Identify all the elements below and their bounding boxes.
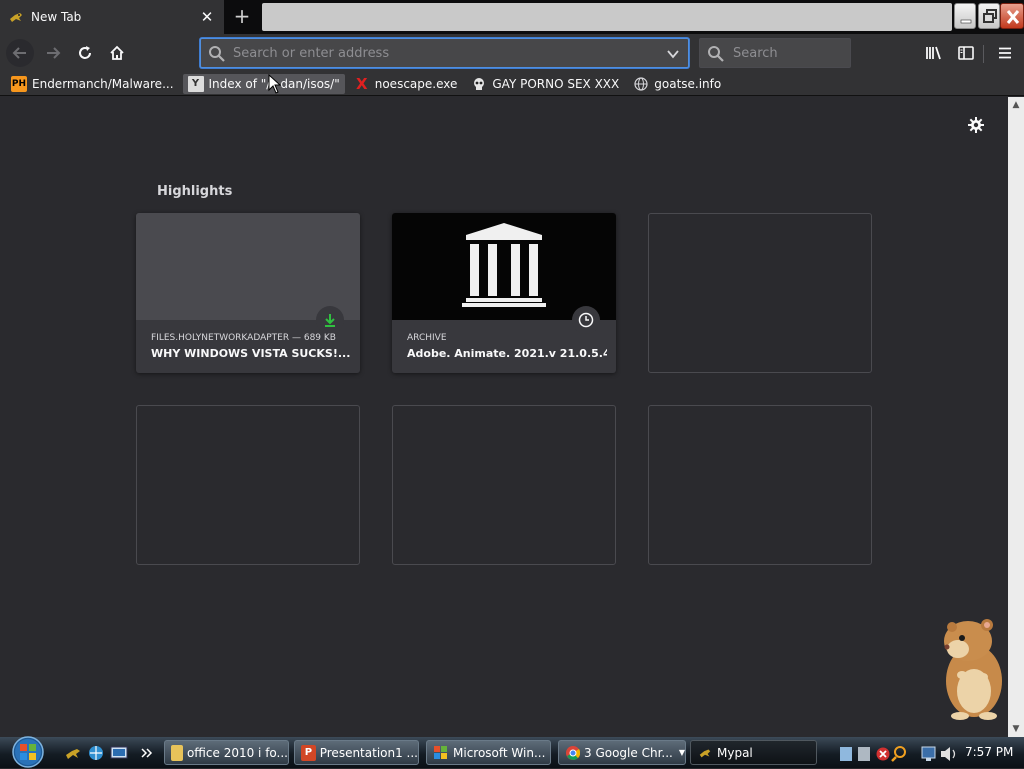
toolbar-separator: [983, 45, 984, 63]
library-button[interactable]: [920, 39, 948, 67]
scroll-up-arrow-icon[interactable]: ▲: [1008, 97, 1024, 113]
settings-gear-icon[interactable]: [966, 115, 986, 139]
url-input[interactable]: [231, 43, 651, 63]
tab-close-icon[interactable]: ✕: [198, 8, 216, 26]
home-button[interactable]: [103, 39, 131, 67]
search-icon: [707, 45, 725, 67]
chevron-right-double-icon[interactable]: [140, 744, 154, 762]
bookmark-label: GAY PORNO SEX XXX: [492, 76, 620, 91]
globe-icon: [633, 76, 649, 92]
bookmark-goatse[interactable]: goatse.info: [628, 74, 726, 94]
card-title: WHY WINDOWS VISTA SUCKS!....: [151, 347, 351, 360]
library-icon: [926, 46, 941, 60]
reload-icon: [79, 46, 91, 59]
tab-strip: New Tab ✕ +: [0, 0, 1024, 34]
close-window-button[interactable]: [1000, 3, 1024, 29]
ycombinator-icon: Y: [187, 75, 204, 92]
empty-highlight-slot: [648, 213, 872, 373]
network-quicklaunch-icon[interactable]: [87, 744, 105, 762]
taskbar-item-office-folder[interactable]: office 2010 i fo...: [164, 740, 289, 765]
bookmark-noescape[interactable]: X noescape.exe: [349, 74, 463, 94]
tab-new-tab[interactable]: New Tab ✕: [0, 0, 224, 34]
highlight-card[interactable]: FILES.HOLYNETWORKADAPTER — 689 KB WHY WI…: [136, 213, 360, 373]
mypal-quicklaunch-icon[interactable]: [64, 744, 82, 762]
chevron-down-icon[interactable]: [666, 46, 680, 65]
card-title: Adobe. Animate. 2021.v 21.0.5.4...: [407, 347, 607, 360]
taskbar-item-label: Mypal: [717, 745, 753, 760]
sidebar-button[interactable]: [952, 39, 980, 67]
bookmark-label: noescape.exe: [374, 76, 458, 91]
chrome-icon: [565, 745, 580, 761]
back-button[interactable]: [6, 39, 34, 67]
bookmark-endermanch[interactable]: PH Endermanch/Malware...: [6, 74, 179, 94]
search-icon: [208, 45, 226, 67]
powerpoint-icon: P: [301, 744, 316, 761]
card-meta: ARCHIVE: [407, 333, 447, 343]
restore-button[interactable]: [978, 3, 1000, 29]
scroll-down-arrow-icon[interactable]: ▼: [1008, 721, 1024, 737]
hamster-mascot-icon[interactable]: [938, 615, 1008, 721]
x-icon: X: [355, 74, 368, 93]
hamburger-icon: [999, 47, 1011, 59]
bookmark-label: goatse.info: [654, 76, 722, 91]
highlights-heading: Highlights: [157, 184, 233, 199]
mypal-icon: [8, 9, 24, 25]
bookmarks-bar: PH Endermanch/Malware... Y Index of "/~d…: [0, 72, 1024, 96]
empty-highlight-slot: [648, 405, 872, 565]
empty-highlight-slot: [136, 405, 360, 565]
group-dropdown-icon: ▼: [678, 748, 685, 757]
windows-icon: [433, 745, 449, 761]
taskbar-item-microsoft-windows[interactable]: Microsoft Win...: [426, 740, 551, 765]
sidebar-icon: [958, 46, 974, 60]
taskbar-item-mypal[interactable]: Mypal: [690, 740, 817, 765]
url-bar[interactable]: [200, 38, 689, 68]
new-tab-page: Highlights FILES.HOLYNETWORKADAPTER — 68…: [0, 97, 1008, 737]
taskbar-item-google-chrome-group[interactable]: 3 Google Chr... ▼: [558, 740, 686, 765]
minimize-button[interactable]: [954, 3, 976, 29]
taskbar-clock[interactable]: 7:57 PM: [965, 745, 1013, 759]
taskbar-item-label: Microsoft Win...: [453, 745, 546, 760]
search-input[interactable]: [731, 43, 841, 63]
download-icon: [316, 306, 344, 334]
tab-title: New Tab: [31, 10, 82, 24]
clock-icon: [572, 306, 600, 334]
show-desktop-icon[interactable]: [110, 744, 128, 762]
card-meta: FILES.HOLYNETWORKADAPTER — 689 KB: [151, 333, 336, 343]
taskbar-item-powerpoint[interactable]: P Presentation1 ...: [294, 740, 419, 765]
search-bar[interactable]: [699, 38, 851, 68]
pornhub-icon: PH: [11, 75, 27, 92]
new-tab-button[interactable]: +: [229, 4, 255, 30]
reload-button[interactable]: [71, 39, 99, 67]
empty-highlight-slot: [392, 405, 616, 565]
forward-button[interactable]: [39, 39, 67, 67]
card-preview: [136, 213, 360, 320]
bookmark-label: Endermanch/Malware...: [32, 76, 174, 91]
mypal-icon: [697, 745, 713, 761]
vertical-scrollbar[interactable]: ▲ ▼: [1008, 97, 1024, 737]
tray-icons: [840, 746, 956, 762]
archive-org-logo: [462, 223, 546, 307]
bookmark-xxx[interactable]: GAY PORNO SEX XXX: [466, 74, 624, 94]
card-preview: [392, 213, 616, 320]
mouse-cursor-icon: [268, 74, 282, 94]
start-button[interactable]: [8, 735, 48, 769]
folder-icon: [171, 744, 183, 761]
home-icon: [110, 45, 124, 60]
skull-icon: [471, 76, 487, 92]
nav-bar: [0, 34, 1024, 72]
title-bar: [262, 3, 952, 31]
bookmark-index-of-isos[interactable]: Y Index of "/~dan/isos/": [182, 73, 345, 94]
taskbar-item-label: 3 Google Chr...: [584, 745, 673, 760]
taskbar-item-label: Presentation1 ...: [319, 745, 418, 760]
highlight-card[interactable]: ARCHIVE Adobe. Animate. 2021.v 21.0.5.4.…: [392, 213, 616, 373]
forward-arrow-icon: [47, 47, 61, 59]
taskbar-item-label: office 2010 i fo...: [186, 745, 288, 760]
windows-taskbar: office 2010 i fo... P Presentation1 ... …: [0, 735, 1024, 769]
menu-button[interactable]: [991, 39, 1019, 67]
back-arrow-icon: [12, 47, 26, 59]
